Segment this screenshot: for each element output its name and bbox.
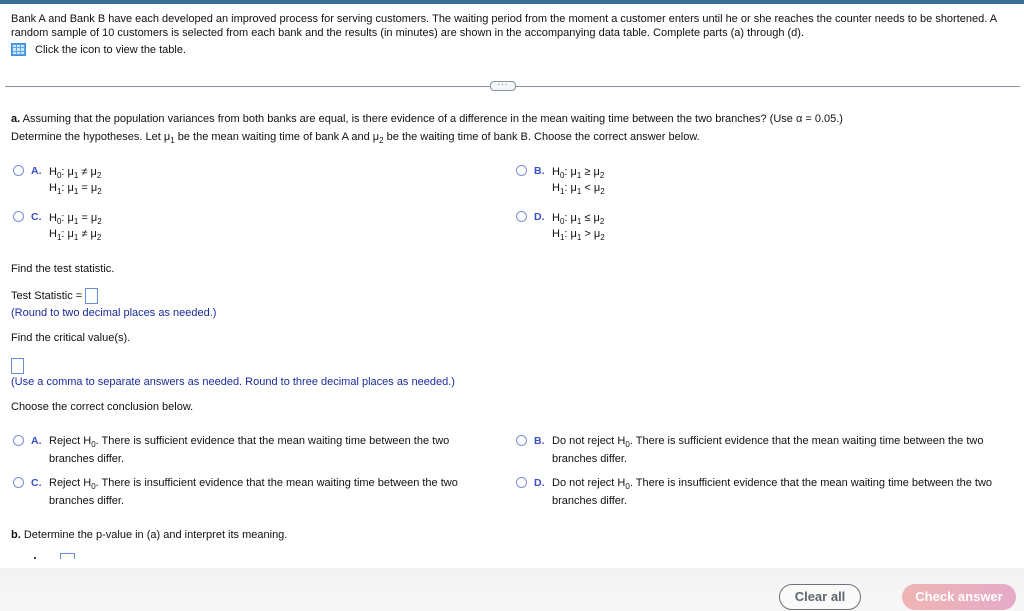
radio-button[interactable] [516,165,527,176]
expand-more-button[interactable]: ··· [490,81,516,91]
conclusion-prompt: Choose the correct conclusion below. [11,401,194,413]
critical-value-hint: (Use a comma to separate answers as need… [11,376,455,388]
check-answer-button[interactable]: Check answer [902,584,1016,610]
critical-value-prompt: Find the critical value(s). [11,332,131,344]
part-a-label: a. [11,113,21,125]
test-statistic-hint: (Round to two decimal places as needed.) [11,307,217,319]
p-value-input[interactable] [60,553,75,559]
conclusion-option-d[interactable]: D. Do not reject H0. There is insufficie… [516,476,1012,510]
radio-button[interactable] [13,211,24,222]
view-table-link[interactable]: Click the icon to view the table. [11,43,186,56]
part-b-label: b. [11,529,21,541]
radio-button[interactable] [13,477,24,488]
critical-value-input[interactable] [11,358,24,374]
test-statistic-prompt: Find the test statistic. [11,263,115,275]
conclusion-text: Reject H0. There is sufficient evidence … [49,435,450,465]
conclusion-option-b[interactable]: B. Do not reject H0. There is sufficient… [516,434,1007,468]
hypothesis-text: H0: μ1 ≥ μ2 H1: μ1 < μ2 [552,166,605,196]
view-table-label[interactable]: Click the icon to view the table. [35,44,186,56]
partial-text-fragment [34,557,36,559]
radio-button[interactable] [516,435,527,446]
conclusion-text: Do not reject H0. There is insufficient … [552,477,993,507]
clear-all-button[interactable]: Clear all [779,584,861,610]
critical-value-row [11,358,24,374]
hypothesis-option-d[interactable]: D. H0: μ1 ≤ μ2 H1: μ1 > μ2 [516,210,605,242]
conclusion-option-c[interactable]: C. Reject H0. There is insufficient evid… [13,476,479,510]
hypothesis-text: H0: μ1 ≤ μ2 H1: μ1 > μ2 [552,212,605,242]
conclusion-text: Reject H0. There is insufficient evidenc… [49,477,458,507]
part-b-question: b. Determine the p-value in (a) and inte… [11,529,288,541]
hypothesis-text: H0: μ1 = μ2 H1: μ1 ≠ μ2 [49,212,102,242]
grid-table-icon[interactable] [11,43,26,56]
test-statistic-label: Test Statistic = [11,289,86,302]
footer-bar [0,568,1024,611]
hypotheses-prompt: Determine the hypotheses. Let μ1 be the … [11,131,700,145]
test-statistic-input[interactable] [85,288,99,304]
top-bar [0,0,1024,4]
test-statistic-row: Test Statistic = [11,288,99,304]
part-a-question: a. Assuming that the population variance… [11,113,843,125]
radio-button[interactable] [516,477,527,488]
hypothesis-text: H0: μ1 ≠ μ2 H1: μ1 = μ2 [49,166,102,196]
radio-button[interactable] [516,211,527,222]
hypothesis-option-c[interactable]: C. H0: μ1 = μ2 H1: μ1 ≠ μ2 [13,210,102,242]
radio-button[interactable] [13,165,24,176]
radio-button[interactable] [13,435,24,446]
hypothesis-option-b[interactable]: B. H0: μ1 ≥ μ2 H1: μ1 < μ2 [516,164,605,196]
hypothesis-option-a[interactable]: A. H0: μ1 ≠ μ2 H1: μ1 = μ2 [13,164,102,196]
problem-intro: Bank A and Bank B have each developed an… [11,13,997,39]
conclusion-option-a[interactable]: A. Reject H0. There is sufficient eviden… [13,434,479,468]
conclusion-text: Do not reject H0. There is sufficient ev… [552,435,984,465]
